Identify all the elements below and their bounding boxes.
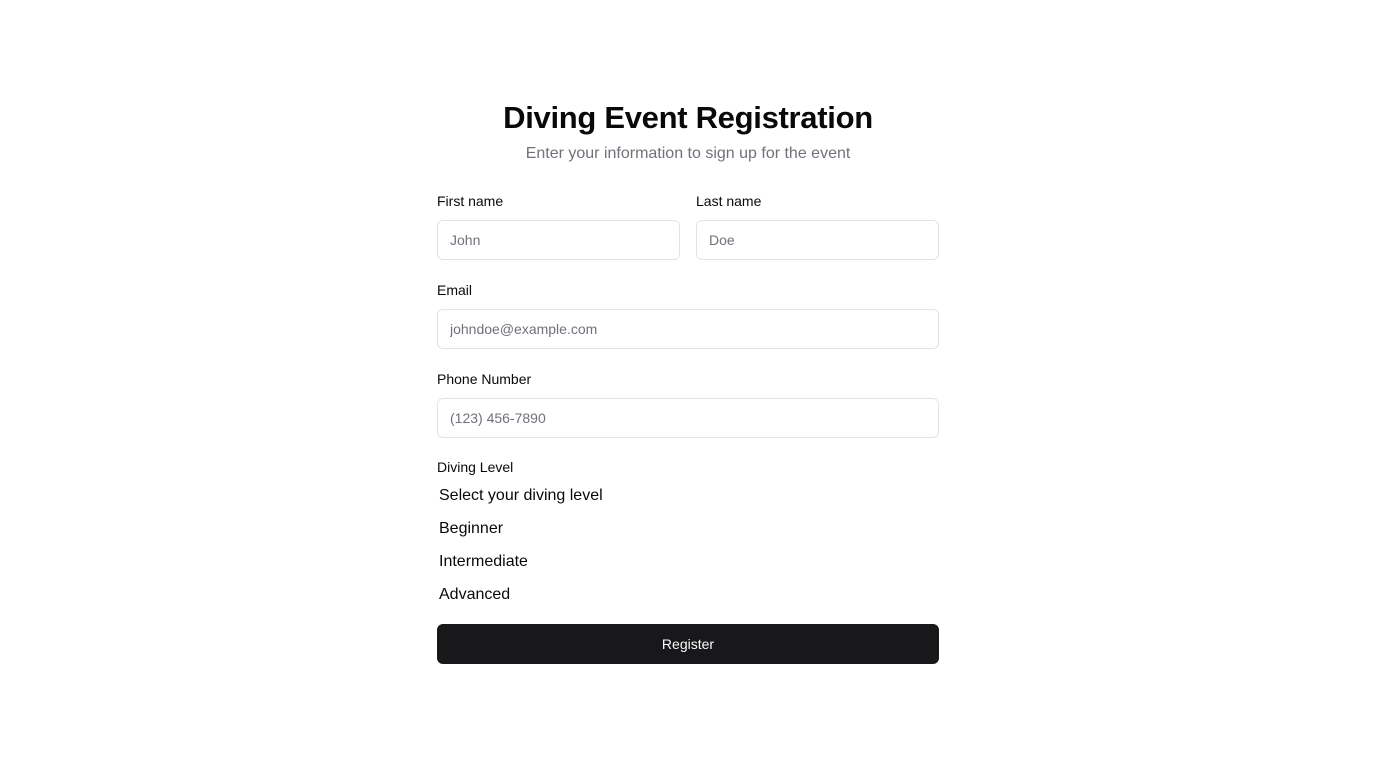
- page-subtitle: Enter your information to sign up for th…: [525, 145, 851, 162]
- email-field: Email: [437, 280, 939, 349]
- diving-level-options: Select your diving level Beginner Interm…: [437, 479, 939, 611]
- diving-level-option-beginner[interactable]: Beginner: [439, 512, 939, 545]
- email-label: Email: [437, 282, 473, 298]
- register-button[interactable]: Register: [437, 624, 939, 664]
- registration-page: Diving Event Registration Enter your inf…: [0, 0, 1376, 768]
- first-name-field: First name: [437, 191, 680, 260]
- diving-level-option-placeholder[interactable]: Select your diving level: [439, 479, 939, 512]
- first-name-input[interactable]: [437, 220, 680, 260]
- phone-field: Phone Number: [437, 369, 939, 438]
- registration-form: Diving Event Registration Enter your inf…: [437, 98, 939, 664]
- diving-level-label: Diving Level: [437, 459, 514, 475]
- page-title: Diving Event Registration: [503, 100, 873, 135]
- email-input[interactable]: [437, 309, 939, 349]
- last-name-field: Last name: [696, 191, 939, 260]
- name-row: First name Last name: [437, 191, 939, 260]
- diving-level-option-intermediate[interactable]: Intermediate: [439, 545, 939, 578]
- first-name-label: First name: [437, 193, 504, 209]
- phone-input[interactable]: [437, 398, 939, 438]
- last-name-input[interactable]: [696, 220, 939, 260]
- diving-level-option-advanced[interactable]: Advanced: [439, 578, 939, 611]
- last-name-label: Last name: [696, 193, 762, 209]
- phone-label: Phone Number: [437, 371, 532, 387]
